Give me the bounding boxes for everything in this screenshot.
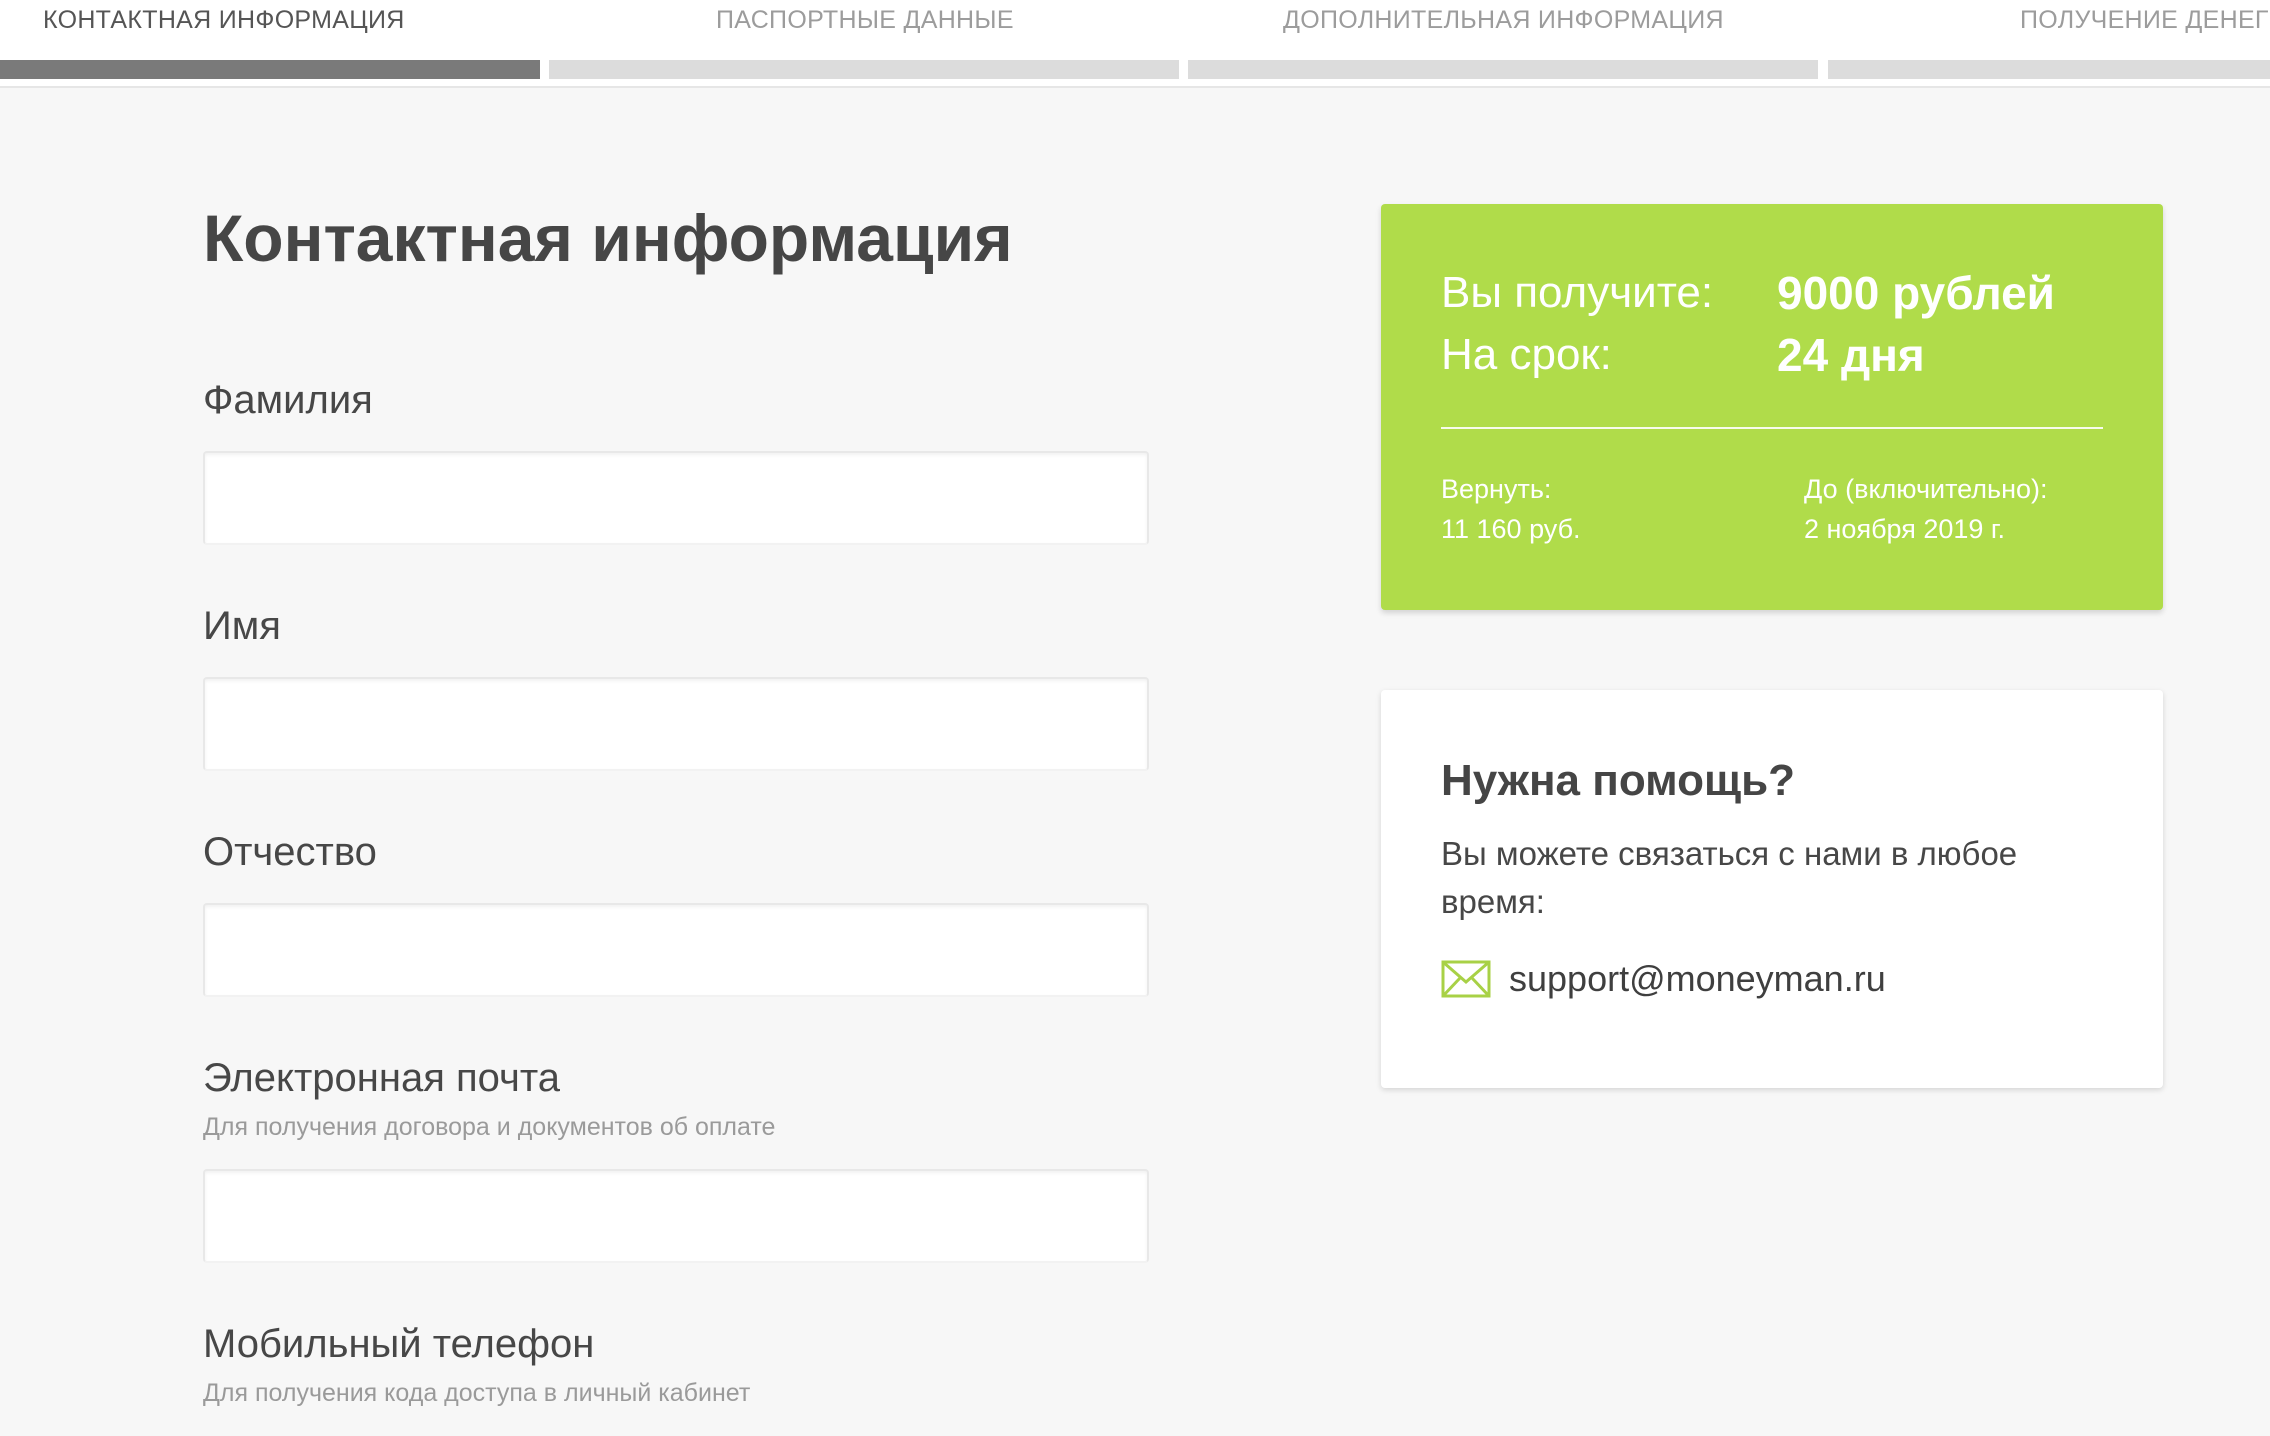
page-title: Контактная информация [203, 201, 1013, 275]
step-passport-data-label[interactable]: ПАСПОРТНЫЕ ДАННЫЕ [716, 6, 1014, 35]
step-additional-info-bar [1188, 60, 1818, 79]
help-email-row: support@moneyman.ru [1441, 954, 1886, 1004]
mail-icon [1441, 960, 1491, 998]
term-value: 24 дня [1777, 329, 1925, 381]
receive-amount: 9000 рублей [1777, 267, 2055, 319]
mobile-phone-hint: Для получения кода доступа в личный каби… [203, 1379, 751, 1407]
progress-stepper: КОНТАКТНАЯ ИНФОРМАЦИЯ ПАСПОРТНЫЕ ДАННЫЕ … [0, 0, 2270, 88]
email-hint: Для получения договора и документов об о… [203, 1113, 776, 1141]
due-date-value: 2 ноября 2019 г. [1804, 514, 2005, 544]
summary-divider [1441, 427, 2103, 429]
help-text: Вы можете связаться с нами в любое время… [1441, 835, 2018, 920]
step-passport-data-bar [549, 60, 1179, 79]
loan-summary-card: Вы получите: 9000 рублей На срок: 24 дня… [1381, 204, 2163, 610]
first-name-label: Имя [203, 604, 281, 648]
step-get-money-bar [1828, 60, 2270, 79]
step-additional-info-label[interactable]: ДОПОЛНИТЕЛЬНАЯ ИНФОРМАЦИЯ [1283, 6, 1724, 35]
first-name-input[interactable] [203, 677, 1149, 771]
step-contact-info-bar [0, 60, 540, 79]
term-label: На срок: [1441, 330, 1612, 379]
last-name-label: Фамилия [203, 378, 373, 422]
support-email-link[interactable]: support@moneyman.ru [1509, 958, 1886, 1000]
email-label: Электронная почта [203, 1056, 560, 1100]
middle-name-label: Отчество [203, 830, 377, 874]
return-amount: 11 160 руб. [1441, 514, 1581, 544]
help-card: Нужна помощь? Вы можете связаться с нами… [1381, 690, 2163, 1088]
email-input[interactable] [203, 1169, 1149, 1263]
middle-name-input[interactable] [203, 903, 1149, 997]
return-label: Вернуть: [1441, 474, 1552, 504]
step-contact-info-label[interactable]: КОНТАКТНАЯ ИНФОРМАЦИЯ [43, 6, 405, 35]
receive-label: Вы получите: [1441, 268, 1714, 317]
step-get-money-label[interactable]: ПОЛУЧЕНИЕ ДЕНЕГ [2020, 6, 2269, 35]
due-date-label: До (включительно): [1804, 474, 2048, 504]
last-name-input[interactable] [203, 451, 1149, 545]
mobile-phone-label: Мобильный телефон [203, 1322, 595, 1366]
help-title: Нужна помощь? [1441, 756, 1796, 805]
